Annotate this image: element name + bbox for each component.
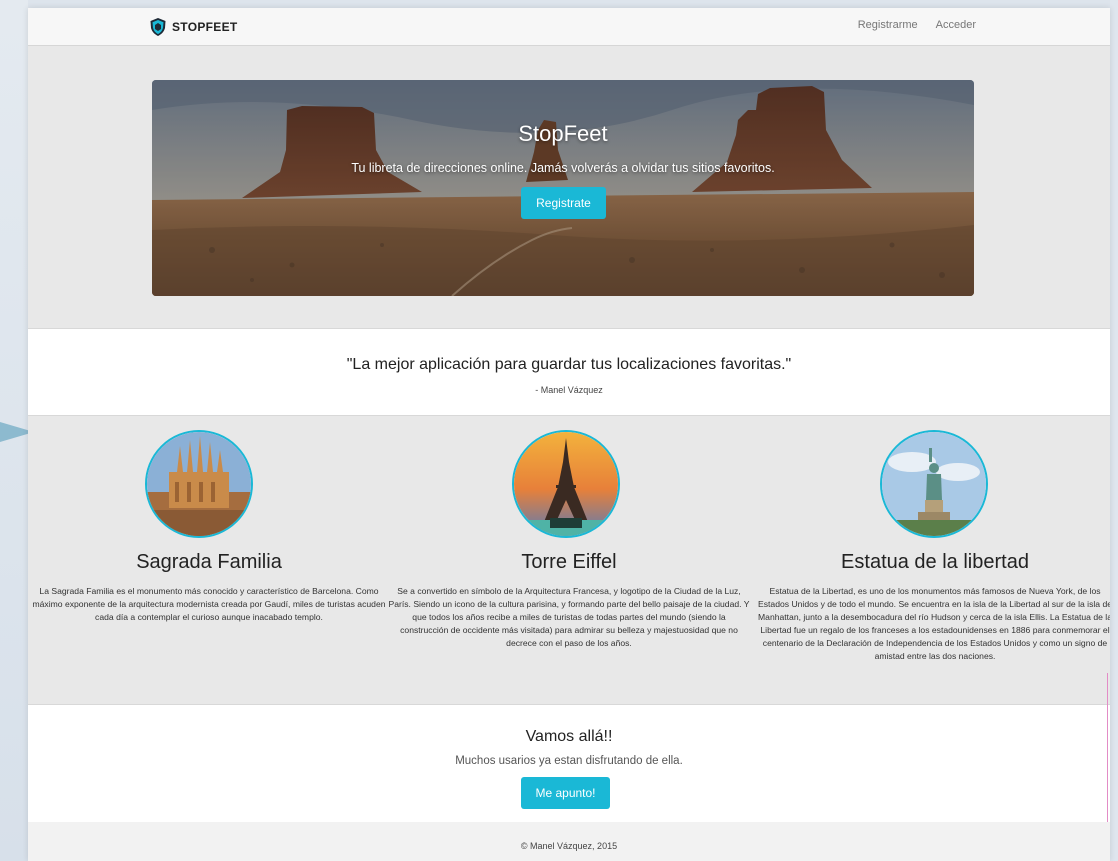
sagrada-familia-image: [145, 430, 253, 538]
nav-link-login[interactable]: Acceder: [936, 19, 976, 31]
register-button[interactable]: Registrate: [521, 187, 606, 219]
estatua-libertad-image: [880, 430, 988, 538]
screenshot-backdrop-right: [1110, 0, 1118, 861]
footer: © Manel Vázquez, 2015: [28, 822, 1110, 861]
sagrada-familia-picture: [147, 432, 251, 536]
monuments-section: Sagrada Familia La Sagrada Familia es el…: [28, 415, 1110, 705]
testimonial-section: "La mejor aplicación para guardar tus lo…: [28, 328, 1110, 416]
hero-title: StopFeet: [518, 121, 608, 146]
feature-title: Sagrada Familia: [136, 551, 282, 573]
footer-copyright: © Manel Vázquez, 2015: [520, 841, 618, 851]
torre-eiffel-picture: [514, 432, 618, 536]
cta-subtitle: Muchos usarios ya estan disfrutando de e…: [455, 755, 683, 767]
brand-logo[interactable]: STOPFEET: [150, 17, 238, 37]
hero-subtitle: Tu libreta de direcciones online. Jamás …: [351, 161, 775, 175]
feature-description: Se a convertido en símbolo de la Arquite…: [388, 586, 750, 648]
hero-banner: StopFeet Tu libreta de direcciones onlin…: [152, 80, 974, 296]
web-page: STOPFEET Registrarme Acceder StopFeet Tu…: [28, 8, 1110, 861]
call-to-action-section: Vamos allá!! Muchos usarios ya estan dis…: [28, 704, 1110, 823]
testimonial-author: - Manel Vázquez: [535, 385, 603, 395]
feature-title: Estatua de la libertad: [841, 551, 1029, 573]
navbar: STOPFEET Registrarme Acceder: [28, 8, 1110, 46]
testimonial-quote: "La mejor aplicación para guardar tus lo…: [346, 356, 792, 373]
torre-eiffel-image: [512, 430, 620, 538]
feature-description: Estatua de la Libertad, es uno de los mo…: [758, 586, 1110, 661]
decorative-guide-line: [1107, 673, 1108, 823]
shield-logo-icon: [150, 18, 166, 36]
nav-link-register[interactable]: Registrarme: [858, 19, 918, 31]
signup-button[interactable]: Me apunto!: [521, 777, 610, 809]
cta-title: Vamos allá!!: [525, 728, 613, 745]
brand-name: STOPFEET: [172, 20, 238, 34]
nav-links: Registrarme Acceder: [858, 19, 976, 31]
estatua-libertad-picture: [882, 432, 986, 536]
feature-title: Torre Eiffel: [521, 551, 617, 573]
feature-description: La Sagrada Familia es el monumento más c…: [32, 586, 386, 622]
